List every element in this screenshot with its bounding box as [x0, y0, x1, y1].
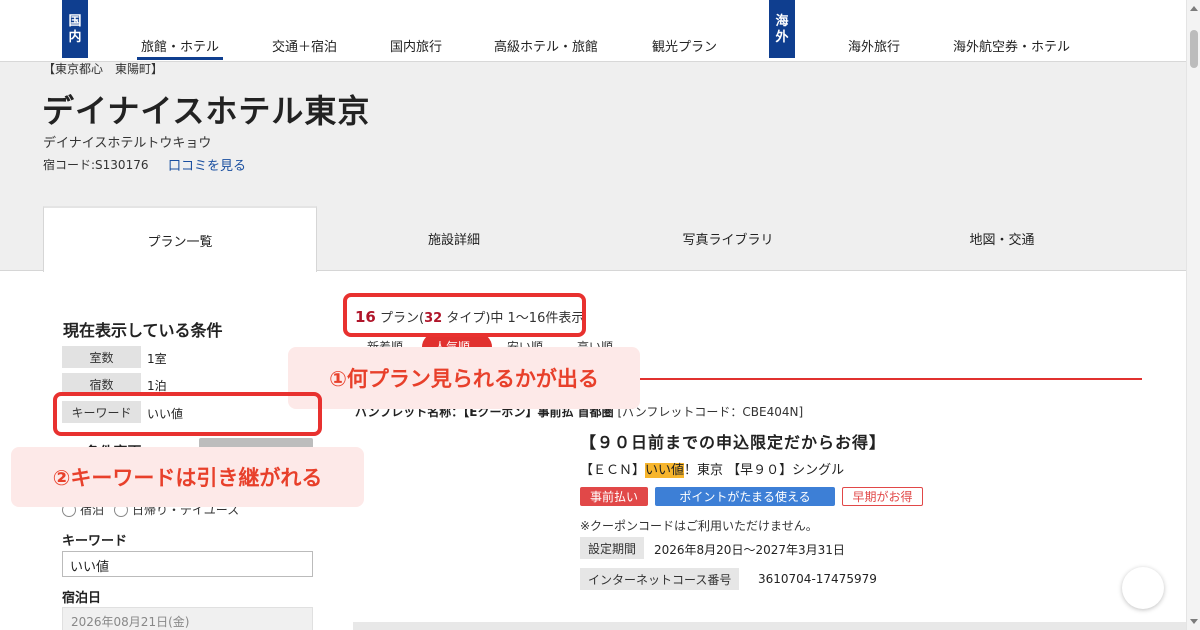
nav-item-ryokan-hotel[interactable]: 旅館・ホテル	[136, 36, 224, 60]
sidebar-title: 現在表示している条件	[63, 321, 223, 340]
overseas-badge[interactable]: 海 外	[769, 0, 795, 58]
hotel-code: 宿コード:S130176	[43, 158, 149, 172]
date-field-label: 宿泊日	[62, 591, 102, 606]
callout-plan-count: ①何プラン見られるかが出る	[288, 347, 640, 409]
top-navigation: 国 内 旅館・ホテル 交通＋宿泊 国内旅行 高級ホテル・旅館 観光プラン 海 外…	[0, 0, 1186, 62]
period-value: 2026年8月20日〜2027年3月31日	[654, 543, 845, 557]
nav-item-transport-stay[interactable]: 交通＋宿泊	[272, 36, 337, 55]
vertical-scrollbar[interactable]	[1186, 0, 1200, 630]
highlight-box-keyword	[53, 392, 322, 436]
scroll-down-icon[interactable]	[1190, 619, 1198, 624]
tab-plan-list[interactable]: プラン一覧	[43, 206, 317, 272]
hotel-location: 【東京都心 東陽町】	[43, 62, 164, 76]
nav-item-domestic-travel[interactable]: 国内旅行	[390, 36, 442, 55]
highlight-box-plan-count	[343, 293, 586, 337]
tab-facility-details[interactable]: 施設詳細	[317, 206, 591, 271]
nav-item-luxury-hotel[interactable]: 高級ホテル・旅館	[494, 36, 598, 55]
pamphlet-code: [パンフレットコード：CBE404N]	[617, 405, 804, 419]
tab-photo-library[interactable]: 写真ライブラリ	[591, 206, 865, 271]
callout-keyword-carryover: ②キーワードは引き継がれる	[11, 447, 364, 507]
tab-map-access[interactable]: 地図・交通	[865, 206, 1139, 271]
checkin-date-input[interactable]: 2026年08月21日(金)	[62, 607, 313, 630]
hotel-kana: デイナイスホテルトウキョウ	[43, 136, 212, 151]
course-number-label: インターネットコース番号	[580, 568, 740, 590]
badge-prepaid: 事前払い	[580, 487, 648, 506]
hotel-name: デイナイスホテル東京	[42, 92, 371, 130]
condition-label-rooms: 室数	[62, 346, 141, 368]
plan-title[interactable]: 【９０日前までの申込限定だからお得】	[580, 429, 886, 453]
course-number-value: 3610704-17475979	[758, 572, 877, 586]
overseas-badge-char-1: 海	[775, 14, 789, 29]
condition-value-rooms: 1室	[147, 352, 167, 366]
nav-item-sightseeing-plan[interactable]: 観光プラン	[652, 36, 717, 55]
plan-subtitle-suffix: ！東京 【早９０】シングル	[684, 463, 845, 478]
floating-action-button[interactable]	[1122, 567, 1164, 609]
review-link[interactable]: 口コミを見る	[168, 155, 246, 174]
scroll-thumb[interactable]	[1190, 30, 1198, 68]
period-label: 設定期間	[580, 537, 645, 559]
next-plan-band	[353, 622, 1186, 630]
badge-points: ポイントがたまる使える	[655, 487, 835, 506]
plan-subtitle-keyword: いい値	[645, 463, 685, 478]
overseas-badge-char-2: 外	[775, 30, 789, 45]
badge-early-bird: 早期がお得	[842, 487, 923, 506]
domestic-badge[interactable]: 国 内	[62, 0, 88, 58]
domestic-badge-char-2: 内	[68, 30, 82, 45]
coupon-note: ※クーポンコードはご利用いただけません。	[580, 519, 818, 533]
nav-item-overseas-flight-hotel[interactable]: 海外航空券・ホテル	[953, 36, 1070, 55]
scroll-up-icon[interactable]	[1190, 6, 1198, 11]
domestic-badge-char-1: 国	[68, 14, 82, 29]
keyword-field-label: キーワード	[62, 534, 128, 549]
nav-item-overseas-travel[interactable]: 海外旅行	[848, 36, 900, 55]
plan-subtitle-prefix: 【ＥＣＮ】	[580, 463, 646, 478]
plan-subtitle: 【ＥＣＮ】いい値！東京 【早９０】シングル	[580, 459, 844, 478]
keyword-input[interactable]: いい値	[62, 551, 313, 577]
